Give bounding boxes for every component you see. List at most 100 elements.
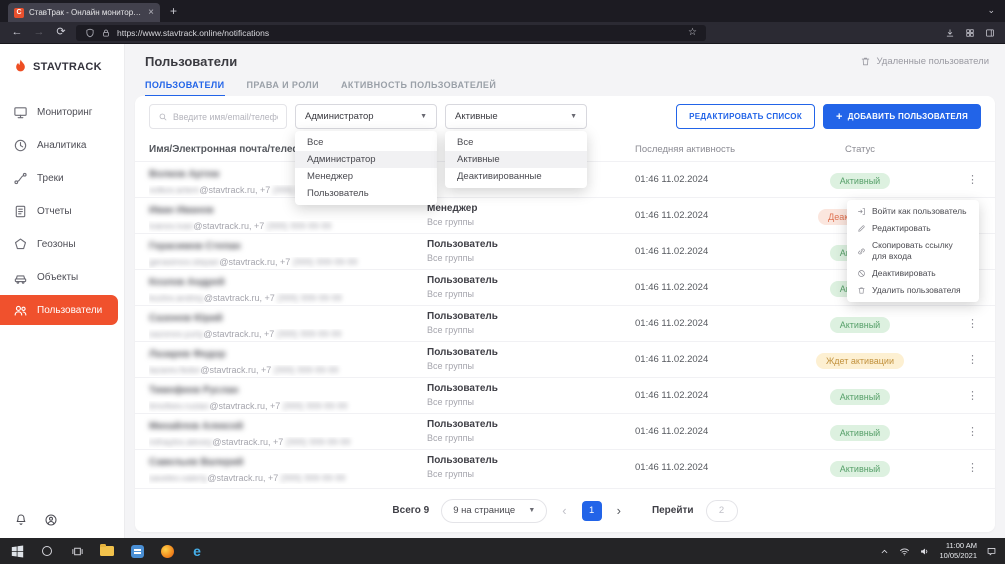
context-menu-item-link[interactable]: Скопировать ссылку для входа (847, 237, 979, 265)
user-email-phone: sazonov.yuriy@stavtrack.ru, +7 (999) 999… (149, 329, 427, 340)
sidebar-item-monitor[interactable]: Мониторинг (0, 97, 124, 127)
status-badge: Активный (830, 317, 890, 333)
taskbar-app-edge-icon[interactable]: e (182, 538, 212, 564)
sidebar-nav: Мониторинг Аналитика Треки Отчеты Геозон… (0, 97, 124, 325)
dropdown-option[interactable]: Все (445, 134, 587, 151)
taskbar-app-folder-icon[interactable] (92, 538, 122, 564)
sidebar-item-label: Аналитика (37, 140, 87, 151)
sidebar-item-objects[interactable]: Объекты (0, 262, 124, 292)
user-role: Пользователь (427, 419, 635, 430)
taskbar-clock[interactable]: 11:00 AM 10/05/2021 (939, 541, 977, 561)
action-center-icon[interactable] (986, 546, 997, 557)
tab-close-icon[interactable]: × (148, 7, 154, 18)
table-row: Михайлов Алексей mihaylov.alexey@stavtra… (135, 413, 995, 449)
row-menu-button[interactable]: ⋮ (935, 353, 981, 366)
status-badge: Активный (830, 173, 890, 189)
link-icon (857, 247, 866, 256)
user-name: Михайлов Алексей (149, 421, 243, 432)
stavtrack-logo[interactable]: STAVTRACK (0, 44, 124, 87)
taskbar-app-chat-icon[interactable] (122, 538, 152, 564)
sidebar-item-geozones[interactable]: Геозоны (0, 229, 124, 259)
context-menu-item-ban[interactable]: Деактивировать (847, 265, 979, 282)
new-tab-button[interactable]: + (160, 4, 187, 18)
sidebar: STAVTRACK Мониторинг Аналитика Треки Отч… (0, 44, 125, 538)
tab-2[interactable]: АКТИВНОСТЬ ПОЛЬЗОВАТЕЛЕЙ (341, 80, 496, 97)
row-menu-button[interactable]: ⋮ (935, 461, 981, 474)
row-menu-button[interactable]: ⋮ (935, 389, 981, 402)
site-favicon-icon: C (14, 8, 24, 18)
table-row: Тимофеев Руслан timofeev.ruslan@stavtrac… (135, 377, 995, 413)
trash-icon (857, 286, 866, 295)
prev-page-button[interactable]: ‹ (559, 504, 569, 517)
ban-icon (857, 269, 866, 278)
dropdown-option[interactable]: Все (295, 134, 437, 151)
browser-tab-bar: C СтавТрак - Онлайн мониторр... × + ⌄ (0, 0, 1005, 22)
start-button[interactable] (2, 538, 32, 564)
tab-1[interactable]: ПРАВА И РОЛИ (247, 80, 319, 97)
back-button[interactable]: ← (10, 27, 24, 38)
wifi-icon[interactable] (899, 546, 910, 557)
status-badge: Активный (830, 425, 890, 441)
user-email-phone: lazarev.fedor@stavtrack.ru, +7 (999) 999… (149, 365, 427, 376)
user-email-phone: savelev.valeriy@stavtrack.ru, +7 (999) 9… (149, 473, 427, 484)
sidebar-item-reports[interactable]: Отчеты (0, 196, 124, 226)
row-menu-button[interactable]: ⋮ (935, 425, 981, 438)
page-title: Пользователи (145, 54, 237, 69)
dropdown-option[interactable]: Пользователь (295, 185, 437, 202)
context-menu-item-login[interactable]: Войти как пользователь (847, 203, 979, 220)
dropdown-option[interactable]: Администратор (295, 151, 437, 168)
tab-list-chevron-icon[interactable]: ⌄ (987, 5, 995, 16)
tab-0[interactable]: ПОЛЬЗОВАТЕЛИ (145, 80, 225, 97)
role-filter-select[interactable]: Администратор ▼ (295, 104, 437, 129)
per-page-select[interactable]: 9 на странице ▼ (441, 499, 547, 523)
context-menu-item-edit[interactable]: Редактировать (847, 220, 979, 237)
task-view-icon[interactable] (62, 538, 92, 564)
deleted-users-link[interactable]: Удаленные пользователи (860, 56, 989, 67)
objects-icon (13, 270, 28, 285)
goto-page-input[interactable]: 2 (706, 500, 738, 522)
sidebar-panel-icon[interactable] (985, 28, 995, 38)
lock-icon[interactable] (101, 28, 111, 38)
profile-icon[interactable] (44, 513, 58, 527)
user-name: Тимофеев Руслан (149, 385, 238, 396)
user-email-phone: gerasimov.stepan@stavtrack.ru, +7 (999) … (149, 257, 427, 268)
sidebar-item-tracks[interactable]: Треки (0, 163, 124, 193)
search-field[interactable] (173, 112, 278, 122)
sidebar-item-users[interactable]: Пользователи (0, 295, 118, 325)
next-page-button[interactable]: › (614, 504, 624, 517)
status-filter-select[interactable]: Активные ▼ (445, 104, 587, 129)
sidebar-item-analytics[interactable]: Аналитика (0, 130, 124, 160)
dropdown-option[interactable]: Менеджер (295, 168, 437, 185)
tray-expand-icon[interactable] (879, 546, 890, 557)
download-icon[interactable] (945, 28, 955, 38)
notifications-bell-icon[interactable] (14, 513, 28, 527)
sidebar-item-label: Объекты (37, 272, 78, 283)
forward-button[interactable]: → (32, 27, 46, 38)
bookmark-star-icon[interactable]: ☆ (688, 27, 697, 38)
column-activity: Последняя активность (635, 144, 785, 155)
current-page-button[interactable]: 1 (582, 501, 602, 521)
dropdown-option[interactable]: Активные (445, 151, 587, 168)
shield-icon[interactable] (85, 28, 95, 38)
table-row: Сазонов Юрий sazonov.yuriy@stavtrack.ru,… (135, 305, 995, 341)
browser-tab[interactable]: C СтавТрак - Онлайн мониторр... × (8, 3, 160, 22)
edit-list-button[interactable]: РЕДАКТИРОВАТЬ СПИСОК (676, 104, 815, 129)
user-email-phone: timofeev.ruslan@stavtrack.ru, +7 (999) 9… (149, 401, 427, 412)
taskbar-app-browser-icon[interactable] (152, 538, 182, 564)
add-user-button[interactable]: + ДОБАВИТЬ ПОЛЬЗОВАТЕЛЯ (823, 104, 981, 129)
edit-icon (857, 224, 866, 233)
taskbar-search-icon[interactable] (32, 538, 62, 564)
context-menu-item-trash[interactable]: Удалить пользователя (847, 282, 979, 299)
reports-icon (13, 204, 28, 219)
user-role: Пользователь (427, 275, 635, 286)
row-menu-button[interactable]: ⋮ (935, 317, 981, 330)
row-menu-button[interactable]: ⋮ (935, 173, 981, 186)
monitor-icon (13, 105, 28, 120)
volume-icon[interactable] (919, 546, 930, 557)
extensions-icon[interactable] (965, 28, 975, 38)
search-input[interactable] (149, 104, 287, 129)
reload-button[interactable]: ⟳ (54, 27, 68, 38)
url-bar[interactable]: https://www.stavtrack.online/notificatio… (76, 25, 706, 41)
geozones-icon (13, 237, 28, 252)
dropdown-option[interactable]: Деактивированные (445, 168, 587, 185)
